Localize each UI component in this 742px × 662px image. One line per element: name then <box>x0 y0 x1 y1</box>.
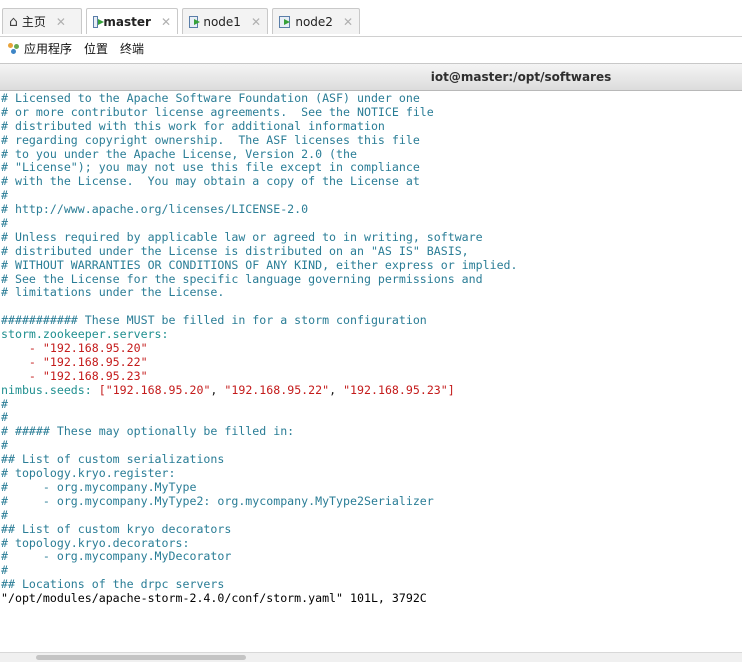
tab-label: node2 <box>295 14 333 29</box>
vm-icon <box>189 15 201 28</box>
terminal-line: # limitations under the License. <box>1 285 225 300</box>
vm-icon <box>279 15 291 28</box>
terminal-line: ## Locations of the drpc servers <box>1 577 225 592</box>
terminal-line: # ##### These may optionally be filled i… <box>1 424 295 439</box>
terminal-line: # <box>1 396 8 411</box>
menu-applications[interactable]: 应用程序 <box>8 40 72 57</box>
terminal-line: # - org.mycompany.MyType2: org.mycompany… <box>1 493 434 508</box>
terminal-line: # <box>1 188 8 203</box>
terminal-line: # <box>1 216 8 231</box>
terminal-line: # with the License. You may obtain a cop… <box>1 174 420 189</box>
terminal-line: # - org.mycompany.MyDecorator <box>1 549 232 564</box>
terminal-line: # to you under the Apache License, Versi… <box>1 146 357 161</box>
terminal-line: ########### These MUST be filled in for … <box>1 313 427 328</box>
scrollbar-thumb[interactable] <box>36 655 246 660</box>
applications-icon <box>8 42 20 55</box>
home-icon: ⌂ <box>9 13 18 30</box>
terminal-line: nimbus.seeds: ["192.168.95.20", "192.168… <box>1 382 455 397</box>
terminal-line: # http://www.apache.org/licenses/LICENSE… <box>1 202 309 217</box>
tab-bar: ⌂ 主页 ✕ master ✕ node1 ✕ node2 ✕ <box>0 0 742 37</box>
terminal-line: ## List of custom kryo decorators <box>1 521 232 536</box>
menu-places[interactable]: 位置 <box>84 40 108 57</box>
terminal-line: # See the License for the specific langu… <box>1 271 483 286</box>
terminal-line: # Licensed to the Apache Software Founda… <box>1 92 420 105</box>
terminal-line: # <box>1 438 8 453</box>
terminal-line: - "192.168.95.23" <box>1 368 148 383</box>
horizontal-scrollbar[interactable] <box>0 652 742 662</box>
menu-applications-label: 应用程序 <box>24 42 73 56</box>
tab-node1[interactable]: node1 ✕ <box>182 8 268 34</box>
terminal-line: # distributed under the License is distr… <box>1 243 469 258</box>
window-title: iot@master:/opt/softwares <box>430 70 612 84</box>
terminal-line: - "192.168.95.22" <box>1 354 148 369</box>
tab-label: 主页 <box>21 15 46 29</box>
terminal-line: # - org.mycompany.MyType <box>1 479 197 494</box>
vim-status-line: "/opt/modules/apache-storm-2.4.0/conf/st… <box>1 591 427 606</box>
menu-places-label: 位置 <box>84 42 109 56</box>
close-icon[interactable]: ✕ <box>56 15 66 29</box>
vm-icon <box>93 15 105 28</box>
tab-home[interactable]: ⌂ 主页 ✕ <box>2 8 82 34</box>
terminal-line: storm.zookeeper.servers: <box>1 327 169 342</box>
tab-label: master <box>103 14 151 29</box>
terminal-area[interactable]: # Licensed to the Apache Software Founda… <box>0 92 742 652</box>
menu-terminal-label: 终端 <box>120 42 145 56</box>
terminal-line: # or more contributor license agreements… <box>1 104 434 119</box>
terminal-line: - "192.168.95.20" <box>1 341 148 356</box>
terminal-line: # distributed with this work for additio… <box>1 118 385 133</box>
menu-terminal[interactable]: 终端 <box>120 40 144 57</box>
window-titlebar[interactable]: iot@master:/opt/softwares <box>0 63 742 91</box>
terminal-line: # <box>1 507 8 522</box>
terminal-line: # <box>1 563 8 578</box>
terminal-line: # topology.kryo.register: <box>1 466 176 481</box>
terminal-line: # "License"); you may not use this file … <box>1 160 420 175</box>
tab-node2[interactable]: node2 ✕ <box>272 8 360 34</box>
terminal-line: # topology.kryo.decorators: <box>1 535 190 550</box>
terminal-line: ## List of custom serializations <box>1 452 225 467</box>
tab-label: node1 <box>203 14 241 29</box>
terminal-line: # WITHOUT WARRANTIES OR CONDITIONS OF AN… <box>1 257 518 272</box>
terminal-line: # <box>1 410 8 425</box>
close-icon[interactable]: ✕ <box>251 15 261 29</box>
tab-master[interactable]: master ✕ <box>86 8 178 34</box>
terminal-line: # Unless required by applicable law or a… <box>1 229 483 244</box>
top-menu-bar: 应用程序 位置 终端 <box>0 37 742 60</box>
close-icon[interactable]: ✕ <box>161 15 171 29</box>
terminal-line: # regarding copyright ownership. The ASF… <box>1 132 420 147</box>
close-icon[interactable]: ✕ <box>343 15 353 29</box>
